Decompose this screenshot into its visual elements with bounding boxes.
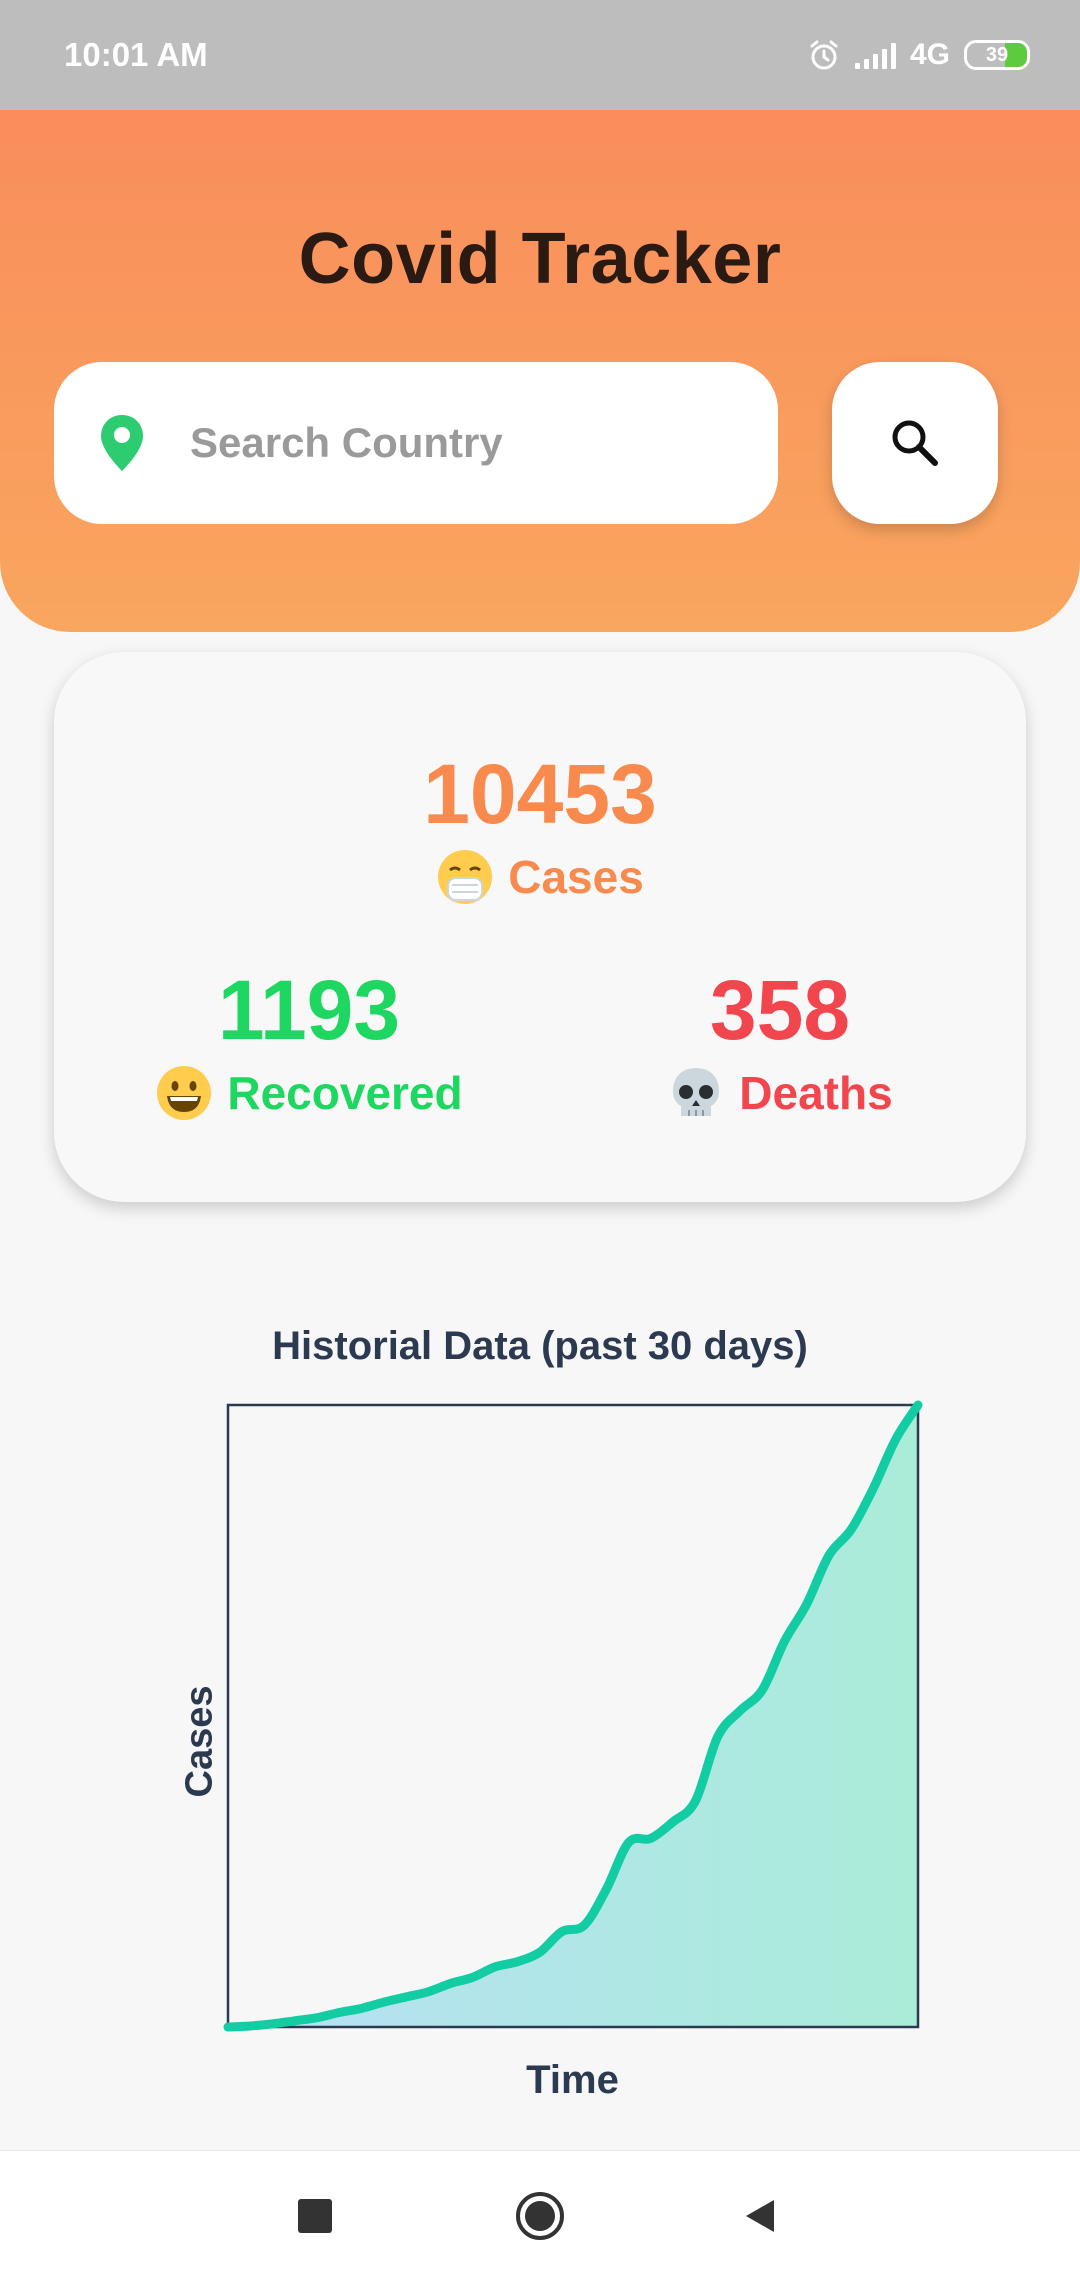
recovered-label: Recovered <box>227 1067 463 1119</box>
network-type: 4G <box>909 38 950 71</box>
skull-emoji <box>673 1068 720 1116</box>
status-icons: 4G 39 <box>807 38 1030 72</box>
battery-icon: 39 <box>964 40 1030 70</box>
location-pin-icon <box>101 415 143 471</box>
cases-stat: 10453 Cases <box>54 752 1026 906</box>
mask-face-emoji <box>438 850 493 904</box>
navigation-bar <box>0 2150 1080 2280</box>
app-title: Covid Tracker <box>298 219 782 299</box>
search-input[interactable] <box>190 419 730 467</box>
deaths-label: Deaths <box>739 1067 893 1119</box>
recovered-stat: 1193 Recovered <box>154 968 464 1122</box>
search-box[interactable] <box>54 362 778 524</box>
home-button[interactable] <box>475 2151 605 2280</box>
search-button[interactable] <box>832 362 998 524</box>
historical-chart: Historial Data (past 30 days) Cases Time <box>0 1300 1080 2120</box>
cases-count: 10453 <box>423 747 657 841</box>
alarm-icon <box>810 40 838 70</box>
back-icon <box>746 2200 774 2232</box>
deaths-stat: 358 Deaths <box>650 968 910 1122</box>
x-axis-label: Time <box>526 2058 619 2102</box>
grinning-face-emoji <box>157 1066 212 1120</box>
battery-level: 39 <box>985 43 1009 66</box>
y-axis-label: Cases <box>178 1685 221 1798</box>
deaths-count: 358 <box>709 963 851 1057</box>
status-bar: 10:01 AM 4G 39 <box>0 0 1080 110</box>
recent-apps-button[interactable] <box>250 2151 380 2280</box>
status-time: 10:01 AM <box>64 36 208 73</box>
recent-apps-icon <box>298 2199 332 2233</box>
header: Covid Tracker <box>0 110 1080 632</box>
signal-icon <box>854 41 896 69</box>
cases-label: Cases <box>508 851 644 903</box>
search-icon <box>892 420 938 466</box>
back-button[interactable] <box>695 2151 825 2280</box>
stats-card: 10453 Cases 1193 Recovered 358 Deaths <box>54 652 1026 1202</box>
recovered-count: 1193 <box>217 963 401 1057</box>
home-icon <box>516 2192 564 2240</box>
chart-plot <box>223 1400 923 2032</box>
